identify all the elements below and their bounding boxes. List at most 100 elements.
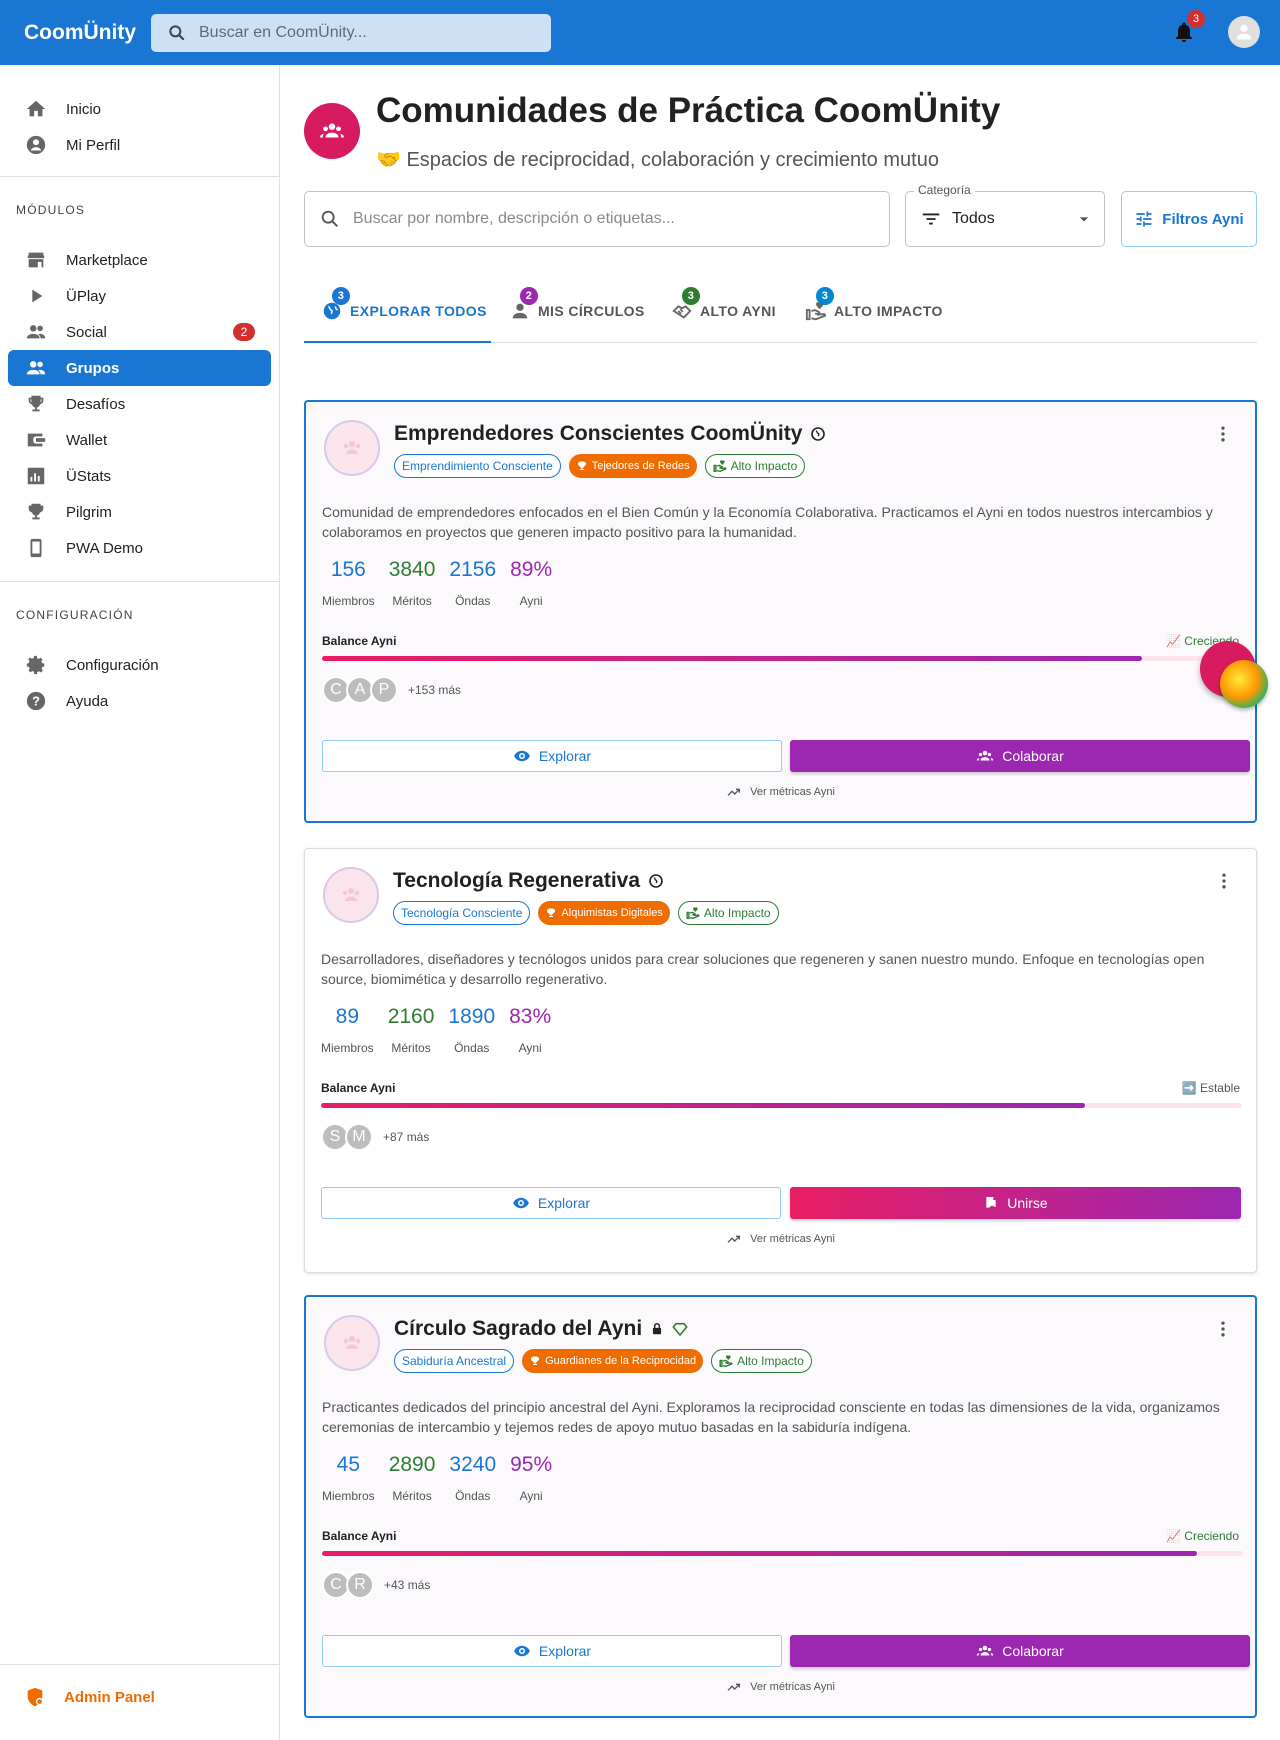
- member-avatars: C R +43 más: [322, 1571, 430, 1599]
- sidebar-item-uplay[interactable]: ÜPlay: [8, 278, 271, 314]
- collaborate-button[interactable]: Colaborar: [790, 740, 1250, 772]
- sidebar-item-desafios[interactable]: Desafíos: [8, 386, 271, 422]
- community-chips: Tecnología Consciente Alquimistas Digita…: [393, 901, 779, 925]
- handshake-icon: 3: [670, 287, 700, 323]
- community-card[interactable]: Círculo Sagrado del Ayni Sabiduría Ances…: [304, 1295, 1257, 1718]
- impact-chip: Alto Impacto: [711, 1349, 812, 1373]
- eye-icon: [514, 750, 530, 762]
- stat-meritos: 2160 Méritos: [388, 1005, 435, 1055]
- view-metrics-link[interactable]: Ver métricas Ayni: [306, 784, 1255, 800]
- community-title[interactable]: Círculo Sagrado del Ayni: [394, 1317, 688, 1341]
- role-chip-label: Alquimistas Digitales: [561, 907, 663, 919]
- app-logo[interactable]: CoomÜnity: [24, 21, 151, 45]
- sidebar-item-configuracion[interactable]: Configuración: [8, 647, 271, 683]
- community-search-input[interactable]: Buscar por nombre, descripción o etiquet…: [304, 191, 890, 247]
- stat-label: Öndas: [454, 1041, 490, 1055]
- ayni-filters-button[interactable]: Filtros Ayni: [1121, 191, 1257, 247]
- collaborate-button[interactable]: Colaborar: [790, 1635, 1250, 1667]
- admin-panel-label: Admin Panel: [64, 1688, 155, 1706]
- tab-explorar-todos[interactable]: 3 EXPLORAR TODOS: [320, 279, 487, 343]
- tab-badge: 3: [332, 287, 350, 305]
- more-vert-icon[interactable]: [1213, 1319, 1233, 1339]
- tab-label: MIS CÍRCULOS: [538, 303, 645, 319]
- role-chip: Alquimistas Digitales: [538, 901, 670, 925]
- more-members: +43 más: [384, 1578, 431, 1592]
- collaborate-label: Colaborar: [1002, 1643, 1064, 1659]
- groups-icon: [977, 1645, 994, 1656]
- view-metrics-link[interactable]: Ver métricas Ayni: [306, 1679, 1255, 1695]
- explore-button[interactable]: Explorar: [322, 1635, 782, 1667]
- category-label: Categoría: [914, 183, 975, 197]
- global-search-input[interactable]: Buscar en CoomÜnity...: [151, 13, 551, 52]
- sidebar-item-label: PWA Demo: [66, 539, 143, 557]
- tab-alto-ayni[interactable]: 3 ALTO AYNI: [670, 279, 776, 343]
- stat-value: 156: [330, 558, 366, 581]
- more-vert-icon[interactable]: [1214, 871, 1234, 891]
- ayni-filters-label: Filtros Ayni: [1162, 210, 1244, 228]
- member-avatar[interactable]: M: [345, 1123, 373, 1151]
- tab-alto-impacto[interactable]: 3 ALTO IMPACTO: [804, 279, 943, 343]
- social-badge: 2: [233, 323, 255, 341]
- explore-button[interactable]: Explorar: [321, 1187, 781, 1219]
- balance-bar: [322, 1551, 1243, 1556]
- community-title-text: Tecnología Regenerativa: [393, 869, 641, 892]
- more-vert-icon[interactable]: [1213, 424, 1233, 444]
- balance-bar-fill: [322, 656, 1142, 661]
- sidebar-item-pilgrim[interactable]: Pilgrim: [8, 494, 271, 530]
- wallet-icon: [24, 428, 48, 452]
- sidebar-item-wallet[interactable]: Wallet: [8, 422, 271, 458]
- view-metrics-link[interactable]: Ver métricas Ayni: [305, 1231, 1256, 1247]
- member-avatar[interactable]: P: [370, 676, 398, 704]
- member-avatar[interactable]: R: [346, 1571, 374, 1599]
- tab-label: EXPLORAR TODOS: [350, 303, 487, 319]
- sidebar-item-social[interactable]: Social 2: [8, 314, 271, 350]
- tabs-bar: 3 EXPLORAR TODOS 2 MIS CÍRCULOS 3 ALTO A…: [304, 279, 1257, 343]
- sidebar-item-ustats[interactable]: ÜStats: [8, 458, 271, 494]
- category-select[interactable]: Todos: [905, 191, 1105, 247]
- community-card[interactable]: Tecnología Regenerativa Tecnología Consc…: [304, 848, 1257, 1273]
- sidebar-item-mi-perfil[interactable]: Mi Perfil: [8, 127, 271, 163]
- community-description: Desarrolladores, diseñadores y tecnólogo…: [321, 951, 1205, 987]
- impact-chip-label: Alto Impacto: [730, 459, 798, 473]
- role-chip: Tejedores de Redes: [568, 454, 697, 478]
- view-metrics-label: Ver métricas Ayni: [750, 1233, 835, 1245]
- explore-button[interactable]: Explorar: [322, 740, 782, 772]
- sidebar-item-pwa-demo[interactable]: PWA Demo: [8, 530, 271, 566]
- people-icon: [24, 320, 48, 344]
- sidebar-item-label: Social: [66, 323, 107, 341]
- person-icon: 2: [508, 287, 538, 323]
- sidebar-item-ayuda[interactable]: ? Ayuda: [8, 683, 271, 719]
- sidebar-item-label: Configuración: [66, 656, 159, 674]
- stat-label: Miembros: [322, 1489, 375, 1503]
- stat-ayni: 83% Ayni: [509, 1005, 551, 1055]
- explore-label: Explorar: [538, 1643, 592, 1659]
- sidebar: Inicio Mi Perfil MÓDULOS Marketplace ÜPl…: [0, 65, 280, 1740]
- collaborate-label: Colaborar: [1002, 748, 1064, 764]
- tab-badge: 3: [816, 287, 834, 305]
- tab-mis-circulos[interactable]: 2 MIS CÍRCULOS: [508, 279, 645, 343]
- trophy-icon: [24, 392, 48, 416]
- global-search-placeholder: Buscar en CoomÜnity...: [199, 23, 367, 41]
- sidebar-item-marketplace[interactable]: Marketplace: [8, 242, 271, 278]
- stat-value: 2156: [449, 558, 497, 581]
- ayni-assistant-button[interactable]: [1220, 660, 1268, 708]
- community-title[interactable]: Tecnología Regenerativa: [393, 869, 664, 893]
- sidebar-item-inicio[interactable]: Inicio: [8, 91, 271, 127]
- role-chip-label: Guardianes de la Reciprocidad: [545, 1355, 697, 1367]
- sidebar-item-admin-panel[interactable]: Admin Panel: [8, 1679, 271, 1715]
- join-button[interactable]: Unirse: [790, 1187, 1241, 1219]
- volunteer-icon: [713, 460, 727, 472]
- balance-label: Balance Ayni: [321, 1081, 396, 1095]
- sidebar-item-label: ÜStats: [66, 467, 112, 485]
- community-title[interactable]: Emprendedores Conscientes CoomÜnity: [394, 422, 826, 446]
- community-card[interactable]: Emprendedores Conscientes CoomÜnity Empr…: [304, 400, 1257, 823]
- stat-ayni: 89% Ayni: [510, 558, 552, 608]
- community-description: Practicantes dedicados del principio anc…: [322, 1399, 1220, 1435]
- user-avatar[interactable]: [1228, 16, 1260, 48]
- stat-value: 83%: [509, 1005, 552, 1028]
- balance-bar: [322, 656, 1243, 661]
- sidebar-item-grupos[interactable]: Grupos: [8, 350, 271, 386]
- volunteer-icon: 3: [804, 287, 834, 323]
- trophy-icon: [547, 908, 556, 917]
- sidebar-item-label: ÜPlay: [66, 287, 107, 305]
